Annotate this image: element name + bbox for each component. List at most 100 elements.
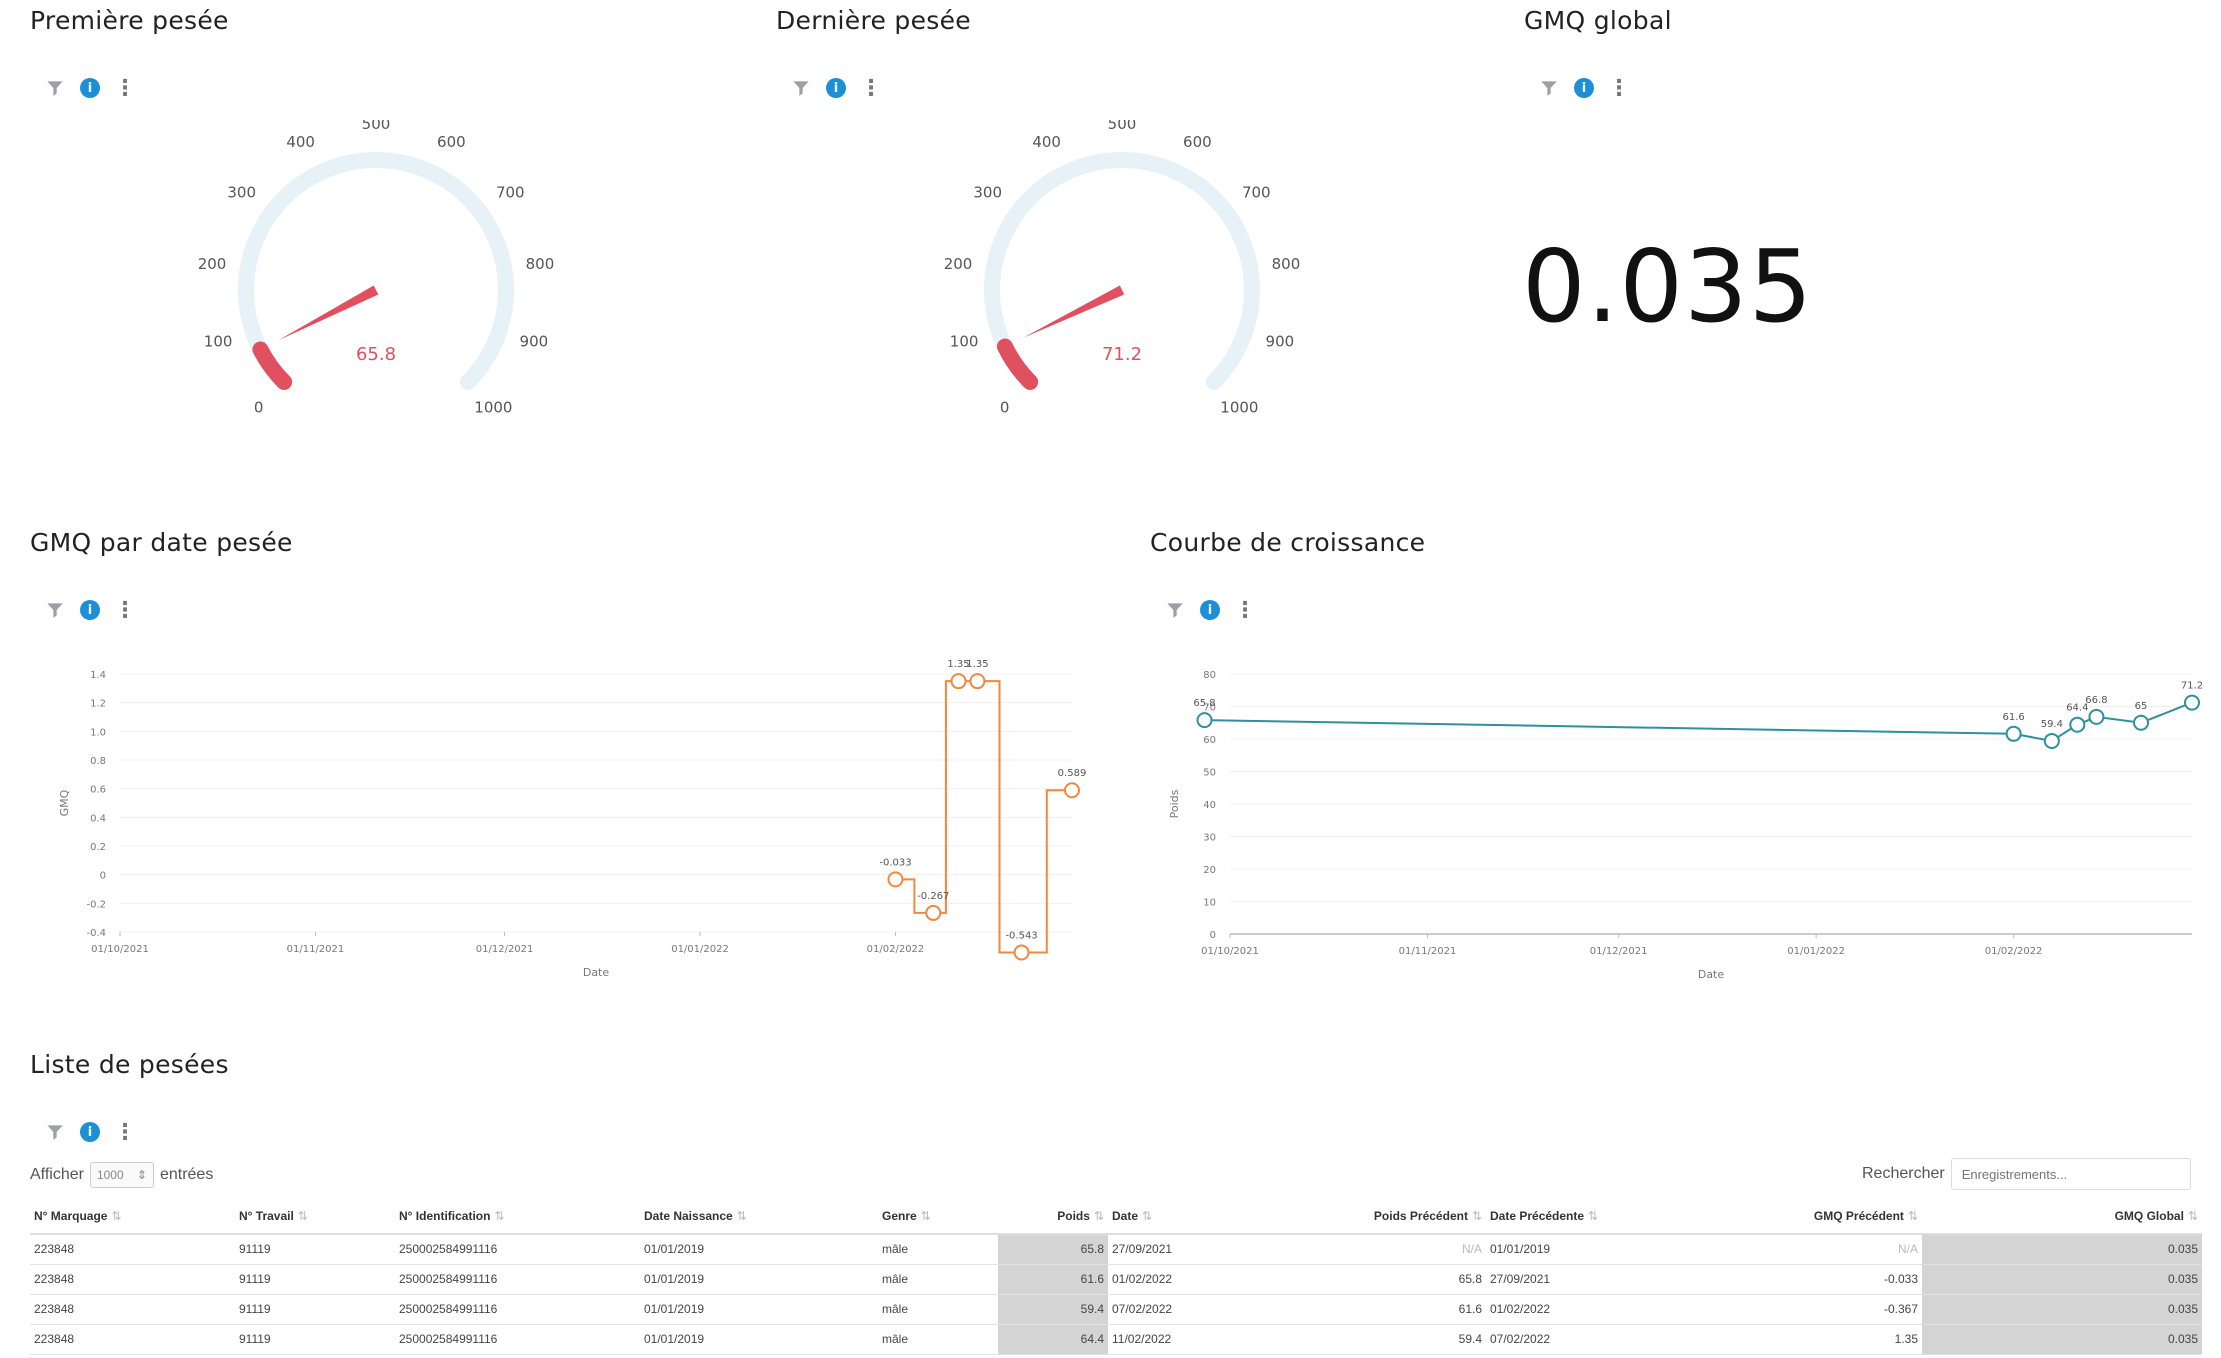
col-header-previous-weight[interactable]: Poids Précédent ⇅ [1268,1198,1486,1235]
table-cell: 11/02/2022 [1108,1324,1268,1355]
table-cell: 91119 [235,1234,395,1265]
gmq-chart-data-label: -0.267 [917,891,949,902]
info-icon[interactable]: i [80,78,100,98]
gmq-chart-data-point[interactable] [950,673,967,690]
panel-toolbar: i ⋮ [44,74,136,102]
col-header-identification[interactable]: N° Identification ⇅ [395,1198,640,1235]
filter-icon[interactable] [790,77,812,99]
growth-chart-data-point[interactable] [2069,716,2086,733]
panel-toolbar: i ⋮ [44,596,136,624]
table-row[interactable]: 223848 91119 250002584991116 01/01/2019 mâle… [30,1234,2202,1265]
growth-chart-data-point[interactable] [1196,712,1213,729]
table-cell: 07/02/2022 [1486,1324,1702,1355]
growth-chart-y-tick-label: 40 [1203,800,1216,811]
growth-chart-data-point[interactable] [2005,725,2022,742]
gmq-chart-y-tick-label: -0.4 [86,928,106,939]
gmq-chart-data-point[interactable] [1013,944,1030,961]
last-weighing-gauge-tick-label: 400 [1032,133,1061,151]
table-row[interactable]: 223848 91119 250002584991116 01/01/2019 mâle… [30,1294,2202,1325]
info-icon[interactable]: i [1200,600,1220,620]
table-cell: 01/01/2019 [640,1264,878,1295]
table-cell: -0.033 [1702,1264,1922,1295]
gmq-chart-y-tick-label: 0.4 [90,813,106,824]
col-header-birth-date[interactable]: Date Naissance ⇅ [640,1198,878,1235]
table-cell: 0.035 [1922,1264,2202,1295]
first-weighing-gauge-needle [278,285,379,341]
col-header-previous-date[interactable]: Date Précédente ⇅ [1486,1198,1702,1235]
table-cell: 01/01/2019 [640,1234,878,1265]
table-row[interactable]: 223848 91119 250002584991116 01/01/2019 mâle… [30,1324,2202,1355]
panel-toolbar: i ⋮ [790,74,882,102]
col-header-gender[interactable]: Genre ⇅ [878,1198,998,1235]
growth-chart-y-tick-label: 80 [1203,670,1216,681]
table-cell: 91119 [235,1264,395,1295]
gmq-chart-y-tick-label: 1.2 [90,699,106,710]
last-weighing-gauge: 0 100 200 300 400 500 600 700 800 900 1000 71.2 [944,120,1301,416]
filter-icon[interactable] [44,599,66,621]
more-options-icon[interactable]: ⋮ [114,77,136,99]
info-icon[interactable]: i [80,600,100,620]
last-weighing-gauge-tick-label: 600 [1183,133,1212,151]
first-weighing-gauge: 0 100 200 300 400 500 600 700 800 900 1000 65.8 [198,120,555,416]
last-weighing-gauge-tick-label: 700 [1242,183,1271,201]
gmq-chart-x-axis-label: Date [583,966,610,979]
growth-curve-chart: 8070605040302010001/10/2021 01/11/2021 01/… [1168,670,2203,980]
table-cell: N/A [1268,1234,1486,1265]
table-body: 223848 91119 250002584991116 01/01/2019 mâle… [30,1234,2202,1355]
table-row[interactable]: 223848 91119 250002584991116 01/01/2019 mâle… [30,1264,2202,1295]
col-header-work-number[interactable]: N° Travail ⇅ [235,1198,395,1235]
col-header-global-gmq[interactable]: GMQ Global ⇅ [1922,1198,2202,1235]
more-options-icon[interactable]: ⋮ [860,77,882,99]
gmq-chart-y-tick-label: 0.2 [90,842,106,853]
growth-chart-data-point[interactable] [2088,708,2105,725]
col-header-marking[interactable]: N° Marquage ⇅ [30,1198,235,1235]
more-options-icon[interactable]: ⋮ [1234,599,1256,621]
last-weighing-gauge-tick-label: 300 [973,183,1002,201]
filter-icon[interactable] [44,1121,66,1143]
gmq-chart-data-label: -0.543 [1005,930,1037,941]
gmq-chart-y-tick-label: 0 [100,871,106,882]
gmq-chart-data-label: 0.589 [1058,768,1087,779]
growth-chart-y-tick-label: 30 [1203,833,1216,844]
first-weighing-gauge-tick-label: 1000 [474,398,512,416]
info-icon[interactable]: i [826,78,846,98]
growth-curve-title: Courbe de croissance [1150,528,1426,557]
table-cell: mâle [878,1324,998,1355]
filter-icon[interactable] [44,77,66,99]
info-icon[interactable]: i [80,1122,100,1142]
info-icon[interactable]: i [1574,78,1594,98]
table-cell: 0.035 [1922,1324,2202,1355]
gmq-chart-y-tick-label: 0.8 [90,756,106,767]
table-cell: 64.4 [998,1324,1108,1355]
last-weighing-gauge-value-arc [996,338,1039,390]
page-length-select[interactable]: 1000 ⇕ [89,1162,154,1188]
growth-chart-data-point[interactable] [2184,694,2200,711]
col-header-date[interactable]: Date ⇅ [1108,1198,1268,1235]
gmq-chart-data-point[interactable] [925,904,942,921]
gmq-chart-data-point[interactable] [887,871,904,888]
growth-chart-y-tick-label: 20 [1203,865,1216,876]
col-header-weight[interactable]: Poids ⇅ [998,1198,1108,1235]
gmq-chart-data-point[interactable] [1064,782,1080,799]
gmq-chart-series-line [895,680,1072,954]
more-options-icon[interactable]: ⋮ [114,1121,136,1143]
table-cell: 01/02/2022 [1486,1294,1702,1325]
first-weighing-gauge-tick-label: 200 [198,255,227,273]
search-input[interactable] [1950,1158,2191,1190]
filter-icon[interactable] [1538,77,1560,99]
gmq-chart-data-point[interactable] [969,673,986,690]
table-cell: 250002584991116 [395,1264,640,1295]
more-options-icon[interactable]: ⋮ [114,599,136,621]
last-weighing-gauge-tick-label: 1000 [1220,398,1258,416]
more-options-icon[interactable]: ⋮ [1608,77,1630,99]
table-cell: 01/01/2019 [640,1294,878,1325]
filter-icon[interactable] [1164,599,1186,621]
gmq-chart-data-label: 1.35 [966,659,988,670]
growth-chart-data-point[interactable] [2133,714,2150,731]
growth-chart-data-point[interactable] [2043,732,2060,749]
col-header-previous-gmq[interactable]: GMQ Précédent ⇅ [1702,1198,1922,1235]
last-weighing-gauge-value-label: 71.2 [1102,344,1142,365]
growth-chart-data-label: 71.2 [2181,681,2203,692]
table-cell: 250002584991116 [395,1294,640,1325]
gmq-chart-x-tick-label: 01/11/2021 [287,944,345,955]
